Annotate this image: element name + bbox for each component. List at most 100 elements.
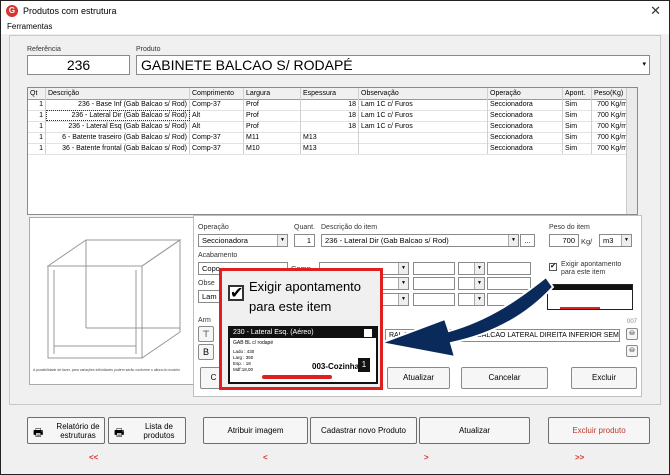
cell-observacao: Lam 1C c/ Furos — [359, 110, 488, 121]
bold-b-icon[interactable]: B — [198, 344, 214, 360]
cell-operacao: Seccionadora — [488, 110, 563, 121]
cell-largura: Prof — [244, 121, 301, 132]
cell-largura: Prof — [244, 110, 301, 121]
cell-apont: Sim — [563, 110, 592, 121]
cell-observacao — [359, 132, 488, 143]
cell-espessura: M13 — [301, 132, 359, 143]
detail-excluir-button[interactable]: Excluir — [571, 367, 637, 389]
acabamento-label: Acabamento — [198, 252, 238, 259]
relatorio-label: Relatório de estruturas — [56, 422, 100, 440]
excluir-produto-button[interactable]: Excluir produto — [548, 417, 650, 444]
structure-table[interactable]: Qt Descrição Comprimento Largura Espessu… — [27, 87, 638, 215]
pin-icon[interactable]: ⊤ — [198, 326, 214, 342]
cell-operacao: Seccionadora — [488, 132, 563, 143]
chevron-down-icon[interactable]: ▼ — [621, 235, 631, 246]
cell-largura: M10 — [244, 143, 301, 154]
zoom-label-corner — [364, 329, 372, 337]
zoom-label-underline — [262, 375, 332, 379]
nav-first-button[interactable]: << — [89, 453, 98, 462]
footer-atualizar-button[interactable]: Atualizar — [419, 417, 530, 444]
cell-espessura: M13 — [301, 143, 359, 154]
table-scrollbar[interactable] — [626, 88, 637, 214]
drawing-caption: A possibilidade de fazer, para variações… — [33, 368, 180, 372]
col-operacao[interactable]: Operação — [488, 88, 563, 99]
acabamento-value: Copo — [202, 264, 220, 273]
main-window: G Produtos com estrutura ✕ Ferramentas R… — [0, 0, 670, 475]
lista-button[interactable]: 🖶 Lista de produtos — [108, 417, 186, 444]
col-largura[interactable]: Largura — [244, 88, 301, 99]
cell-qt: 1 — [28, 143, 46, 154]
zoom-label-count: 1 — [358, 358, 370, 372]
col-qt[interactable]: Qt — [28, 88, 46, 99]
zoom-checkbox: ✔ — [228, 285, 244, 302]
zoom-label-code: 003-Cozinha — [312, 362, 360, 371]
nav-next-button[interactable]: > — [424, 453, 429, 462]
operacao-select[interactable]: Seccionadora ▼ — [198, 234, 288, 247]
cell-observacao — [359, 143, 488, 154]
peso-unit-select[interactable]: m3 ▼ — [599, 234, 632, 247]
nav-prev-button[interactable]: < — [263, 453, 268, 462]
path-number: 007 — [627, 319, 638, 325]
zoom-label-line1: Exigir apontamento — [249, 279, 362, 294]
chevron-down-icon[interactable]: ▼ — [277, 235, 287, 246]
cell-comprimento: Alt — [190, 121, 244, 132]
cell-comprimento: Alt — [190, 110, 244, 121]
cell-apont: Sim — [563, 121, 592, 132]
peso-field[interactable]: 700 — [549, 234, 579, 247]
obs-value: Lam — [202, 292, 217, 301]
col-apont[interactable]: Apont. — [563, 88, 592, 99]
annotation-arrow-icon — [377, 275, 555, 359]
cell-descricao: 236 - Lateral Esq (Gab Balcao s/ Rod) — [46, 121, 190, 132]
cell-apont: Sim — [563, 99, 592, 110]
atribuir-imagem-button[interactable]: Atribuir imagem — [203, 417, 308, 444]
col-comprimento[interactable]: Comprimento — [190, 88, 244, 99]
col-observacao[interactable]: Observação — [359, 88, 488, 99]
cadastrar-produto-button[interactable]: Cadastrar novo Produto — [310, 417, 417, 444]
quant-label: Quant. — [294, 224, 316, 231]
cabinet-drawing-icon — [46, 239, 182, 359]
product-select[interactable]: GABINETE BALCAO S/ RODAPÉ ▾ — [136, 55, 650, 75]
product-label: Produto — [136, 46, 161, 53]
desc-label: Descrição do item — [321, 224, 378, 231]
close-icon[interactable]: ✕ — [650, 3, 661, 19]
chevron-down-icon[interactable]: ▾ — [642, 56, 646, 74]
app-logo-icon: G — [6, 5, 18, 17]
title-bar: G Produtos com estrutura ✕ — [1, 1, 669, 21]
cell-observacao: Lam 1C c/ Furos — [359, 121, 488, 132]
cell-comprimento: Comp-37 — [190, 143, 244, 154]
cell-qt: 1 — [28, 110, 46, 121]
menu-ferramentas[interactable]: Ferramentas — [7, 22, 52, 31]
cell-descricao: 236 - Base Inf (Gab Balcao s/ Rod) — [46, 99, 190, 110]
db-icon-2[interactable]: ⛁ — [626, 345, 638, 357]
desc-browse-button[interactable]: ... — [520, 234, 535, 247]
detail-atualizar-button[interactable]: Atualizar — [387, 367, 450, 389]
cell-apont: Sim — [563, 143, 592, 154]
chevron-down-icon[interactable]: ▼ — [508, 235, 518, 246]
cell-descricao: 6 - Batente traseiro (Gab Balcao s/ Rod) — [46, 132, 190, 143]
cell-comprimento: Comp-37 — [190, 99, 244, 110]
cell-espessura: 18 — [301, 110, 359, 121]
peso-unit-value: m3 — [603, 236, 614, 245]
exigir-apontamento-label: Exigir apontamento para este item — [561, 261, 622, 276]
reference-field[interactable]: 236 — [27, 55, 130, 75]
desc-select[interactable]: 236 - Lateral Dir (Gab Balcao s/ Rod) ▼ — [321, 234, 519, 247]
arm-label: Arm — [198, 317, 211, 324]
quant-field[interactable]: 1 — [294, 234, 315, 247]
product-select-value: GABINETE BALCAO S/ RODAPÉ — [141, 57, 353, 73]
zoom-label-preview: 230 - Lateral Esq. (Aéreo) GAB BL c/ rod… — [228, 326, 378, 384]
cell-qt: 1 — [28, 99, 46, 110]
exigir-apontamento-checkbox[interactable]: ✔ — [549, 263, 557, 271]
table-row[interactable]: 1 36 - Batente frontal (Gab Balcao s/ Ro… — [28, 143, 634, 155]
cell-operacao: Seccionadora — [488, 99, 563, 110]
window-title: Produtos com estrutura — [23, 6, 117, 16]
col-descricao[interactable]: Descrição — [46, 88, 190, 99]
cell-largura: Prof — [244, 99, 301, 110]
cell-operacao: Seccionadora — [488, 121, 563, 132]
relatorio-button[interactable]: 🖶 Relatório de estruturas — [27, 417, 105, 444]
db-icon[interactable]: ⛁ — [626, 328, 638, 340]
detail-cancelar-button[interactable]: Cancelar — [461, 367, 548, 389]
col-espessura[interactable]: Espessura — [301, 88, 359, 99]
desc-value: 236 - Lateral Dir (Gab Balcao s/ Rod) — [325, 236, 449, 245]
zoom-callout: ✔ Exigir apontamento para este item 230 … — [219, 268, 383, 390]
nav-last-button[interactable]: >> — [575, 453, 584, 462]
